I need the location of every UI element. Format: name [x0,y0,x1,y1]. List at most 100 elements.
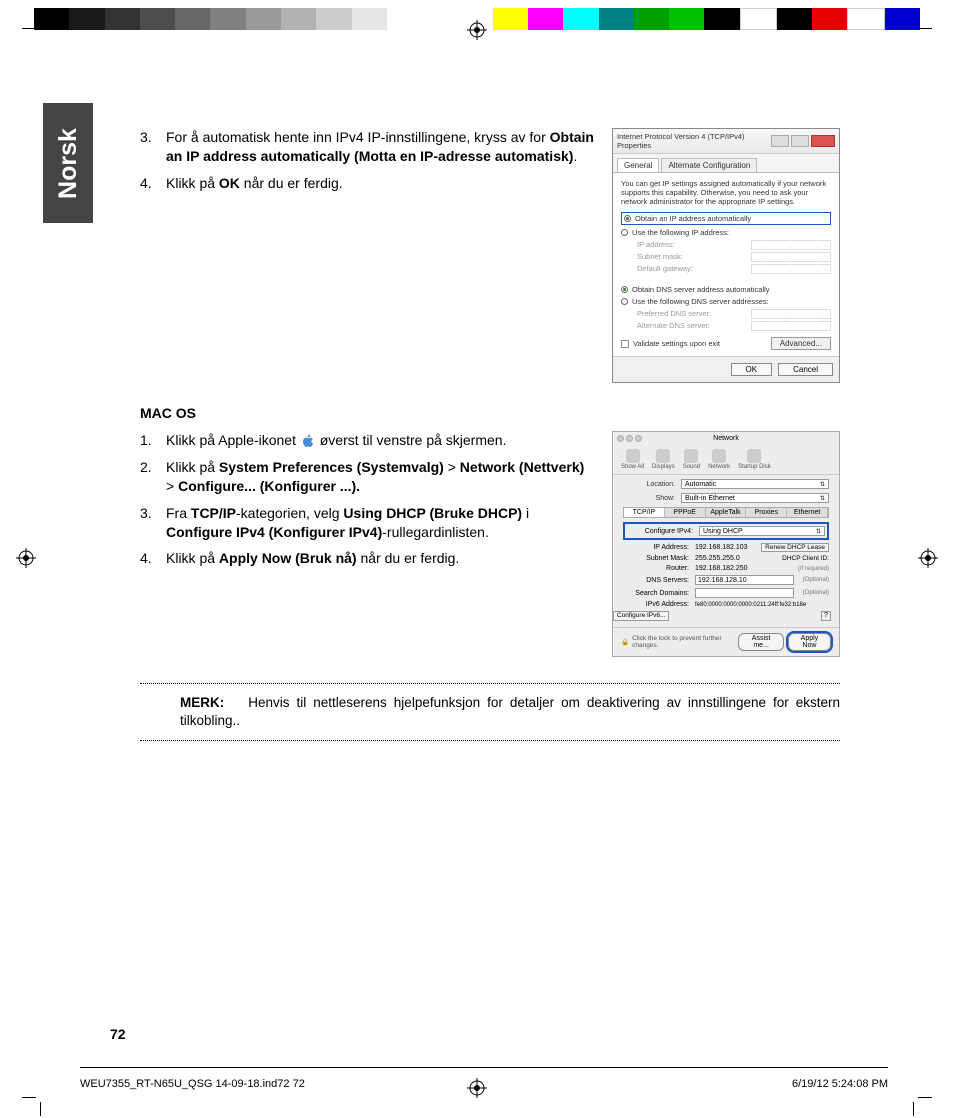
configure-select[interactable]: Using DHCP⇅ [699,526,825,536]
traffic-zoom-icon[interactable] [635,435,642,442]
toolbar-sound[interactable]: Sound [683,449,700,470]
note-label: MERK: [180,695,224,710]
subnet-mask-input: ... [751,252,831,262]
router-value: 192.168.182.250 [695,565,789,572]
crop-mark [40,1102,41,1116]
traffic-minimize-icon[interactable] [626,435,633,442]
configure-ipv6-button[interactable]: Configure IPv6... [613,611,669,621]
radio-icon [624,215,631,222]
toolbar-startup[interactable]: Startup Disk [738,449,771,470]
mask-value: 255.255.255.0 [695,555,776,562]
mac-heading: MAC OS [140,405,840,421]
crop-mark [22,1097,36,1098]
step-item: 1. Klikk på Apple-ikonet øverst til vens… [140,431,594,450]
step-item: 4. Klikk på OK når du er ferdig. [140,174,594,193]
step-item: 2. Klikk på System Preferences (Systemva… [140,458,594,496]
assist-button[interactable]: Assist me... [738,633,783,651]
step-number: 2. [140,458,166,496]
chevron-updown-icon: ⇅ [816,528,821,535]
footer-divider [80,1067,888,1068]
optional-label: (Optional) [803,577,829,583]
client-id-label: DHCP Client ID: [782,555,829,562]
ip-label: IP Address: [623,544,689,551]
show-label: Show: [623,495,675,502]
step-text: Fra TCP/IP-kategorien, velg Using DHCP (… [166,504,594,542]
ipv6-value: fe80:0000:0000:0000:0211:24ff:fe32:b18e [695,602,829,608]
registration-mark-icon [467,20,487,40]
step-number: 4. [140,549,166,568]
registration-mark-icon [16,548,36,568]
maximize-icon[interactable] [791,135,809,147]
show-select[interactable]: Built-in Ethernet⇅ [681,493,829,503]
if-required-label: (If required) [798,566,829,572]
tab-proxies[interactable]: Proxies [746,508,787,517]
tab-pppoe[interactable]: PPPoE [665,508,706,517]
dialog-titlebar: Internet Protocol Version 4 (TCP/IPv4) P… [613,129,839,154]
step-number: 1. [140,431,166,450]
dns-input[interactable]: 192.168.128.10 [695,575,794,585]
language-tab: Norsk [43,103,93,223]
tab-ethernet[interactable]: Ethernet [787,508,828,517]
radio-obtain-dns-auto[interactable]: Obtain DNS server address automatically [621,285,831,294]
chevron-updown-icon: ⇅ [820,481,825,488]
radio-use-following-dns[interactable]: Use the following DNS server addresses: [621,297,831,306]
traffic-close-icon[interactable] [617,435,624,442]
mac-titlebar: Network [613,432,839,445]
ip-address-label: IP address: [637,240,675,250]
tab-general[interactable]: General [617,158,659,172]
toolbar-displays[interactable]: Displays [652,449,675,470]
note-text: Henvis til nettleserens hjelpefunksjon f… [180,695,840,728]
apple-logo-icon [300,433,316,449]
page-content: 3. For å automatisk hente inn IPv4 IP-in… [140,128,840,741]
step-number: 3. [140,128,166,166]
chevron-updown-icon: ⇅ [820,495,825,502]
radio-obtain-ip-auto[interactable]: Obtain an IP address automatically [621,212,831,225]
language-label: Norsk [54,128,83,199]
lock-icon[interactable]: 🔒 [621,638,629,646]
page-number: 72 [110,1026,126,1042]
tab-tcpip[interactable]: TCP/IP [624,508,665,517]
crop-mark [913,1102,914,1116]
sound-icon [684,449,698,463]
help-icon[interactable]: ? [821,611,831,621]
step-text: Klikk på Apple-ikonet øverst til venstre… [166,431,594,450]
ok-button[interactable]: OK [731,363,773,376]
apply-now-button[interactable]: Apply Now [788,633,831,651]
cancel-button[interactable]: Cancel [778,363,833,376]
windows-ipv4-dialog: Internet Protocol Version 4 (TCP/IPv4) P… [612,128,840,383]
footer: WEU7355_RT-N65U_QSG 14-09-18.ind72 72 6/… [80,1078,888,1090]
display-icon [656,449,670,463]
search-domains-label: Search Domains: [623,590,689,597]
radio-icon [621,229,628,236]
advanced-button[interactable]: Advanced... [771,337,831,350]
note-block: MERK:Henvis til nettleserens hjelpefunks… [140,683,840,741]
step-item: 3. Fra TCP/IP-kategorien, velg Using DHC… [140,504,594,542]
disk-icon [747,449,761,463]
mask-label: Subnet Mask: [623,555,689,562]
ip-address-input: ... [751,240,831,250]
grid-icon [626,449,640,463]
registration-mark-icon [918,548,938,568]
toolbar-network[interactable]: Network [708,449,730,470]
search-domains-input[interactable] [695,588,794,598]
checkbox-icon[interactable] [621,340,629,348]
location-select[interactable]: Automatic⇅ [681,479,829,489]
tab-alternate[interactable]: Alternate Configuration [661,158,757,172]
crop-mark [918,1097,932,1098]
dialog-description: You can get IP settings assigned automat… [621,179,831,206]
footer-timestamp: 6/19/12 5:24:08 PM [792,1078,888,1090]
toolbar-show-all[interactable]: Show All [621,449,644,470]
subnet-mask-label: Subnet mask: [637,252,683,262]
step-text: Klikk på System Preferences (Systemvalg)… [166,458,594,496]
tab-appletalk[interactable]: AppleTalk [706,508,747,517]
radio-icon [621,286,628,293]
step-text: Klikk på OK når du er ferdig. [166,174,594,193]
step-number: 3. [140,504,166,542]
renew-lease-button[interactable]: Renew DHCP Lease [761,543,829,552]
minimize-icon[interactable] [771,135,789,147]
step-item: 3. For å automatisk hente inn IPv4 IP-in… [140,128,594,166]
mac-dialog-title: Network [713,435,739,442]
close-icon[interactable] [811,135,835,147]
location-label: Location: [623,481,675,488]
radio-use-following-ip[interactable]: Use the following IP address: [621,228,831,237]
